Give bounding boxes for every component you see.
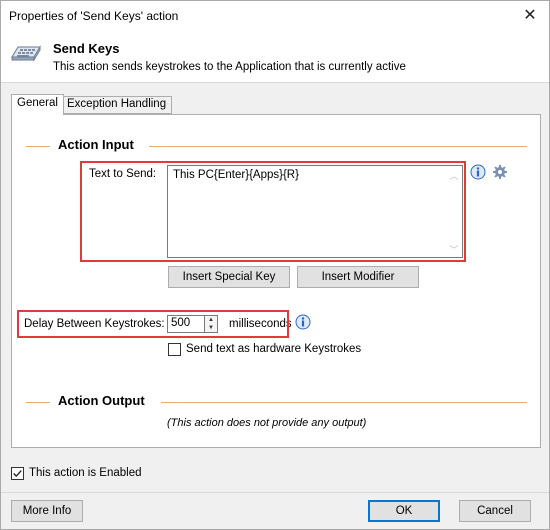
insert-special-key-button[interactable]: Insert Special Key — [168, 266, 290, 288]
more-info-button[interactable]: More Info — [11, 500, 83, 522]
tab-general[interactable]: General — [11, 94, 64, 115]
hardware-keystrokes-checkbox[interactable] — [168, 343, 181, 356]
section-divider — [26, 402, 50, 403]
action-description: This action sends keystrokes to the Appl… — [53, 61, 406, 73]
dialog-window: Properties of 'Send Keys' action ✕ Send … — [0, 0, 550, 530]
info-icon[interactable] — [295, 314, 311, 330]
action-input-heading: Action Input — [58, 137, 134, 152]
ok-button[interactable]: OK — [368, 500, 440, 522]
window-title: Properties of 'Send Keys' action — [9, 9, 179, 23]
keyboard-icon — [11, 45, 41, 62]
info-icon[interactable] — [470, 164, 486, 180]
close-button[interactable]: ✕ — [511, 1, 549, 31]
enabled-checkbox[interactable] — [11, 467, 24, 480]
action-title: Send Keys — [53, 41, 120, 56]
action-header: Send Keys This action sends keystrokes t… — [1, 31, 549, 83]
insert-modifier-button[interactable]: Insert Modifier — [297, 266, 419, 288]
section-divider — [149, 146, 527, 147]
hardware-keystrokes-label: Send text as hardware Keystrokes — [186, 343, 362, 355]
highlight-box-delay — [17, 310, 289, 338]
checkmark-icon — [13, 470, 22, 478]
output-note: (This action does not provide any output… — [167, 417, 367, 429]
section-divider — [161, 402, 527, 403]
gear-icon[interactable] — [492, 164, 508, 180]
action-output-heading: Action Output — [58, 393, 145, 408]
footer-separator — [1, 492, 549, 493]
section-divider — [26, 146, 50, 147]
highlight-box-text — [80, 161, 466, 262]
title-bar: Properties of 'Send Keys' action ✕ — [1, 1, 549, 31]
enabled-label: This action is Enabled — [29, 467, 142, 479]
tab-exception-handling[interactable]: Exception Handling — [61, 96, 173, 114]
cancel-button[interactable]: Cancel — [459, 500, 531, 522]
